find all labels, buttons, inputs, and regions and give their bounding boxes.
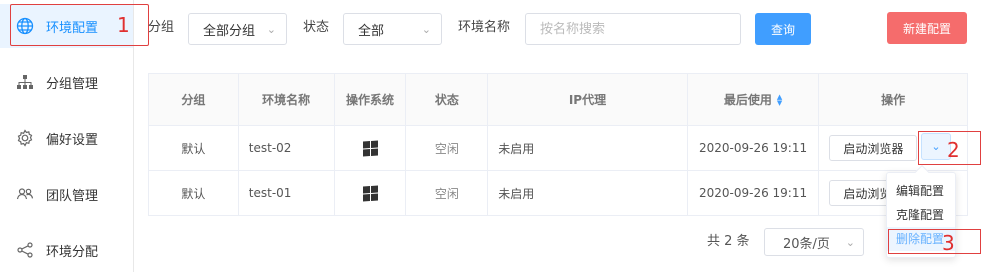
- gear-icon: [16, 129, 34, 147]
- table-row: 默认 test-01 空闲 未启用 2020-09-26 19:11 启动浏览器: [149, 171, 967, 216]
- cell-status: 空闲: [406, 171, 489, 215]
- cell-proxy: 未启用: [488, 126, 688, 170]
- page-size-select[interactable]: 20条/页 ⌄: [764, 228, 864, 256]
- menu-item-clone-config[interactable]: 克隆配置: [887, 203, 955, 227]
- cell-last-used: 2020-09-26 19:11: [688, 126, 820, 170]
- sidebar-item-env-config[interactable]: 环境配置: [0, 4, 133, 48]
- sidebar-item-label: 团队管理: [46, 188, 99, 204]
- cell-os: [335, 171, 407, 215]
- globe-icon: [16, 17, 34, 35]
- sidebar-item-label: 环境配置: [46, 20, 99, 36]
- cell-name: test-01: [239, 171, 335, 215]
- sidebar-item-preferences[interactable]: 偏好设置: [0, 116, 133, 160]
- windows-icon: [362, 139, 378, 157]
- chevron-down-icon: ⌄: [845, 235, 855, 249]
- cell-status: 空闲: [406, 126, 489, 170]
- team-icon: [16, 185, 34, 203]
- group-select-value: 全部分组: [203, 23, 256, 39]
- share-icon: [16, 241, 34, 259]
- status-filter-label: 状态: [303, 20, 330, 35]
- name-filter-label: 环境名称: [458, 20, 511, 35]
- group-select[interactable]: 全部分组 ⌄: [188, 13, 287, 45]
- env-table: 分组 环境名称 操作系统 状态 IP代理 最后使用 ▲ ▼ 操作 默认 test-…: [148, 73, 968, 216]
- table-header-row: 分组 环境名称 操作系统 状态 IP代理 最后使用 ▲ ▼ 操作: [149, 74, 967, 126]
- cell-group: 默认: [149, 126, 239, 170]
- cell-name: test-02: [239, 126, 335, 170]
- cell-group: 默认: [149, 171, 239, 215]
- chevron-down-icon: ⌄: [266, 22, 276, 36]
- name-search-input[interactable]: [525, 13, 741, 45]
- cell-proxy: 未启用: [488, 171, 688, 215]
- header-status: 状态: [406, 74, 489, 125]
- sidebar-item-label: 环境分配: [46, 244, 99, 260]
- org-tree-icon: [16, 73, 34, 91]
- sort-icon[interactable]: ▲ ▼: [777, 93, 782, 106]
- header-name: 环境名称: [239, 74, 335, 125]
- menu-item-edit-config[interactable]: 编辑配置: [887, 179, 955, 203]
- header-group: 分组: [149, 74, 239, 125]
- cell-last-used: 2020-09-26 19:11: [688, 171, 820, 215]
- header-proxy: IP代理: [488, 74, 688, 125]
- table-row: 默认 test-02 空闲 未启用 2020-09-26 19:11 启动浏览器: [149, 126, 967, 171]
- header-last-used-label: 最后使用: [723, 93, 772, 107]
- header-last-used[interactable]: 最后使用 ▲ ▼: [688, 74, 820, 125]
- header-os: 操作系统: [335, 74, 407, 125]
- annotation-2: 2: [947, 138, 960, 162]
- sidebar-item-team-manage[interactable]: 团队管理: [0, 172, 133, 216]
- sidebar-item-group-manage[interactable]: 分组管理: [0, 60, 133, 104]
- windows-icon: [362, 184, 378, 202]
- chevron-down-icon: ⌄: [421, 22, 431, 36]
- pagination-total: 共 2 条: [707, 234, 750, 249]
- sidebar: 环境配置 分组管理 偏好设置 团队管理 环境分配: [0, 0, 134, 272]
- chevron-down-icon: ⌄: [931, 140, 941, 153]
- annotation-3: 3: [942, 231, 955, 255]
- status-select-value: 全部: [358, 23, 385, 39]
- cell-os: [335, 126, 407, 170]
- group-filter-label: 分组: [148, 20, 175, 35]
- launch-browser-button[interactable]: 启动浏览器: [829, 135, 918, 161]
- header-action: 操作: [881, 93, 906, 107]
- status-select[interactable]: 全部 ⌄: [343, 13, 442, 45]
- sidebar-item-label: 分组管理: [46, 76, 99, 92]
- sidebar-item-env-assign[interactable]: 环境分配: [0, 228, 133, 272]
- new-config-button[interactable]: 新建配置: [887, 12, 967, 44]
- page-size-value: 20条/页: [783, 236, 830, 252]
- query-button[interactable]: 查询: [755, 13, 811, 45]
- annotation-1: 1: [117, 13, 130, 37]
- sidebar-item-label: 偏好设置: [46, 132, 99, 148]
